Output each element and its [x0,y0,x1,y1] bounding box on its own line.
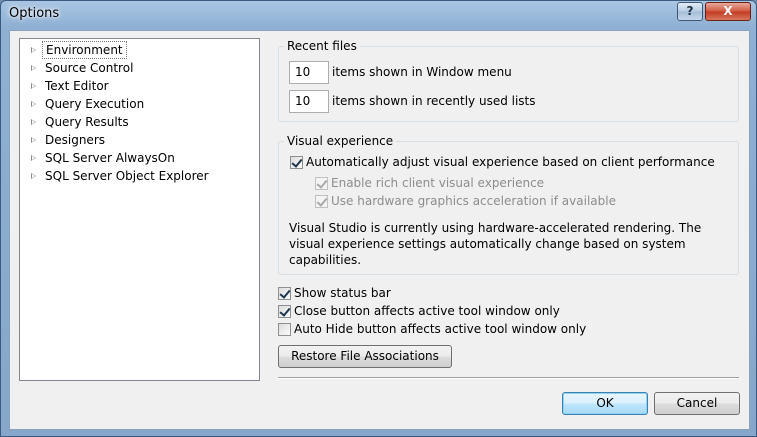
visual-experience-description: Visual Studio is currently using hardwar… [289,221,702,267]
hardware-acceleration-checkbox[interactable] [315,195,328,208]
visual-experience-title: Visual experience [284,134,397,148]
expand-arrow-icon[interactable] [31,65,36,71]
tree-item-label: Text Editor [45,79,109,93]
recent-files-group [278,46,739,122]
recent-lists-count-label: items shown in recently used lists [332,94,536,108]
separator [278,377,739,379]
tree-item-label: SQL Server AlwaysOn [45,151,175,165]
auto-adjust-label[interactable]: Automatically adjust visual experience b… [306,154,715,170]
rich-client-label: Enable rich client visual experience [331,176,545,190]
dialog-client-area: Environment Source Control Text Editor Q… [9,30,750,430]
expand-arrow-icon[interactable] [31,155,36,161]
window-title: Options [9,6,60,21]
window-menu-count-label: items shown in Window menu [332,65,512,79]
options-dialog: Options ? X Environment Source Control T… [0,0,757,437]
recent-files-title: Recent files [284,39,360,53]
cancel-button[interactable]: Cancel [654,392,740,415]
tree-item-label: Query Results [45,115,129,129]
window-menu-count-input[interactable]: 10 [289,61,329,84]
close-button-option-label[interactable]: Close button affects active tool window … [294,303,560,319]
close-button[interactable]: X [705,2,751,21]
restore-file-associations-button[interactable]: Restore File Associations [278,345,452,368]
ok-button[interactable]: OK [562,392,648,415]
tree-item-label: Query Execution [45,97,145,111]
expand-arrow-icon[interactable] [31,173,36,179]
rich-client-checkbox[interactable] [315,177,328,190]
expand-arrow-icon[interactable] [31,101,36,107]
help-button[interactable]: ? [677,2,703,21]
hardware-acceleration-label: Use hardware graphics acceleration if av… [331,194,616,208]
tree-item-label: SQL Server Object Explorer [45,169,209,183]
expand-arrow-icon[interactable] [31,83,36,89]
tree-item-label: Source Control [45,61,134,75]
recent-lists-count-input[interactable]: 10 [289,90,329,113]
expand-arrow-icon[interactable] [31,137,36,143]
category-tree[interactable]: Environment Source Control Text Editor Q… [19,38,260,381]
expand-arrow-icon[interactable] [31,47,36,53]
close-button-option-checkbox[interactable] [278,305,291,318]
expand-arrow-icon[interactable] [31,119,36,125]
show-status-bar-checkbox[interactable] [278,287,291,300]
tree-item-label: Environment [42,41,127,59]
auto-adjust-checkbox[interactable] [290,156,303,169]
tree-item-label: Designers [45,133,105,147]
auto-hide-option-checkbox[interactable] [278,323,291,336]
auto-hide-option-label[interactable]: Auto Hide button affects active tool win… [294,321,586,337]
show-status-bar-label[interactable]: Show status bar [294,285,391,301]
